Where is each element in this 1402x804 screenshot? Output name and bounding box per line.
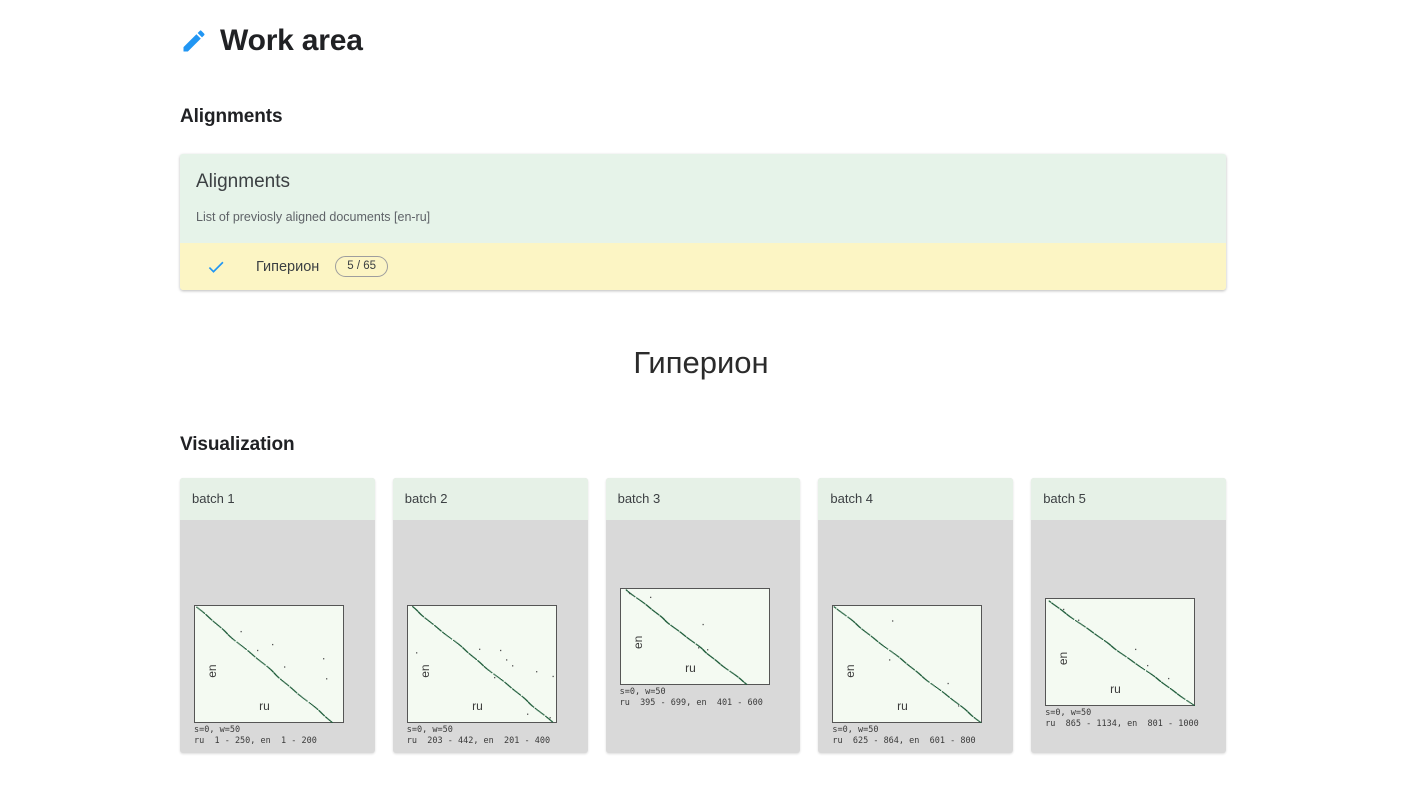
batch-card-label: batch 3 <box>605 478 801 520</box>
check-icon <box>196 257 226 277</box>
pencil-icon <box>180 27 208 55</box>
alignments-card-subtitle: List of previosly aligned documents [en-… <box>196 209 431 224</box>
alignment-item-name: Гиперион <box>256 258 320 275</box>
svg-text:en: en <box>843 664 857 677</box>
alignments-card-header: Alignments List of previosly aligned doc… <box>180 154 1226 243</box>
batch-card-label: batch 4 <box>818 478 1014 520</box>
batch-card[interactable]: batch 3 en ru s=0, w=50 ru 395 - 699, en 40… <box>605 478 801 753</box>
svg-text:ru: ru <box>259 699 270 713</box>
alignments-section-heading: Alignments <box>180 106 283 127</box>
visualization-batch-grid: batch 1 en ru s=0, w=50 ru 1 - 250, en 1 - … <box>180 478 1226 753</box>
batch-card-label: batch 2 <box>392 478 588 520</box>
batch-card-body: en ru s=0, w=50 ru 865 - 1134, en 801 - 10… <box>1031 519 1226 750</box>
svg-text:en: en <box>631 635 645 648</box>
dotplot-caption: s=0, w=50 ru 625 - 864, en 601 - 800 <box>832 724 976 747</box>
status-badge: 5 / 65 <box>335 255 389 278</box>
svg-text:en: en <box>418 664 432 677</box>
batch-card[interactable]: batch 4 en ru s=0, w=50 ru 625 - 864, en 60… <box>818 478 1014 753</box>
visualization-section-heading: Visualization <box>180 434 295 455</box>
svg-text:ru: ru <box>1110 682 1121 696</box>
page-title: Work area <box>220 24 363 57</box>
batch-card[interactable]: batch 1 en ru s=0, w=50 ru 1 - 250, en 1 - … <box>180 478 375 753</box>
svg-text:ru: ru <box>898 699 909 713</box>
batch-card-body: en ru s=0, w=50 ru 625 - 864, en 601 - 800 <box>818 519 1014 750</box>
dotplot-caption: s=0, w=50 ru 395 - 699, en 401 - 600 <box>619 686 763 709</box>
dotplot-caption: s=0, w=50 ru 203 - 442, en 201 - 400 <box>406 724 551 747</box>
dotplot[interactable]: en ru s=0, w=50 ru 1 - 250, en 1 - 200 <box>194 604 344 748</box>
dotplot-caption: s=0, w=50 ru 865 - 1134, en 801 - 1000 <box>1045 707 1199 730</box>
batch-card-body: en ru s=0, w=50 ru 1 - 250, en 1 - 200 <box>180 519 375 750</box>
dotplot-caption: s=0, w=50 ru 1 - 250, en 1 - 200 <box>194 724 317 747</box>
batch-card[interactable]: batch 2 en ru s=0, w=50 ru 203 - 442, en 20… <box>392 478 588 753</box>
batch-card-body: en ru s=0, w=50 ru 395 - 699, en 401 - 600 <box>605 519 801 750</box>
document-title: Гиперион <box>633 345 769 380</box>
batch-card-label: batch 1 <box>180 478 375 520</box>
dotplot[interactable]: en ru s=0, w=50 ru 625 - 864, en 601 - 800 <box>832 604 983 748</box>
svg-text:en: en <box>205 664 219 677</box>
svg-text:ru: ru <box>472 699 483 713</box>
alignment-list-item-hyperion[interactable]: Гиперион 5 / 65 <box>180 242 1226 291</box>
dotplot[interactable]: en ru s=0, w=50 ru 865 - 1134, en 801 - 10… <box>1045 597 1199 731</box>
svg-text:en: en <box>1056 651 1070 664</box>
batch-card-body: en ru s=0, w=50 ru 203 - 442, en 201 - 400 <box>392 519 588 750</box>
alignments-card: Alignments List of previosly aligned doc… <box>180 154 1226 291</box>
batch-card-label: batch 5 <box>1031 478 1226 520</box>
svg-text:ru: ru <box>685 661 696 675</box>
batch-card[interactable]: batch 5 en ru s=0, w=50 ru 865 - 1134, en 8… <box>1031 478 1226 753</box>
dotplot[interactable]: en ru s=0, w=50 ru 203 - 442, en 201 - 400 <box>406 604 557 748</box>
alignments-card-title: Alignments <box>196 171 290 192</box>
page-header: Work area <box>180 26 363 56</box>
work-area-page: Work area Alignments Alignments List of … <box>0 0 1402 804</box>
dotplot[interactable]: en ru s=0, w=50 ru 395 - 699, en 401 - 600 <box>619 587 770 710</box>
